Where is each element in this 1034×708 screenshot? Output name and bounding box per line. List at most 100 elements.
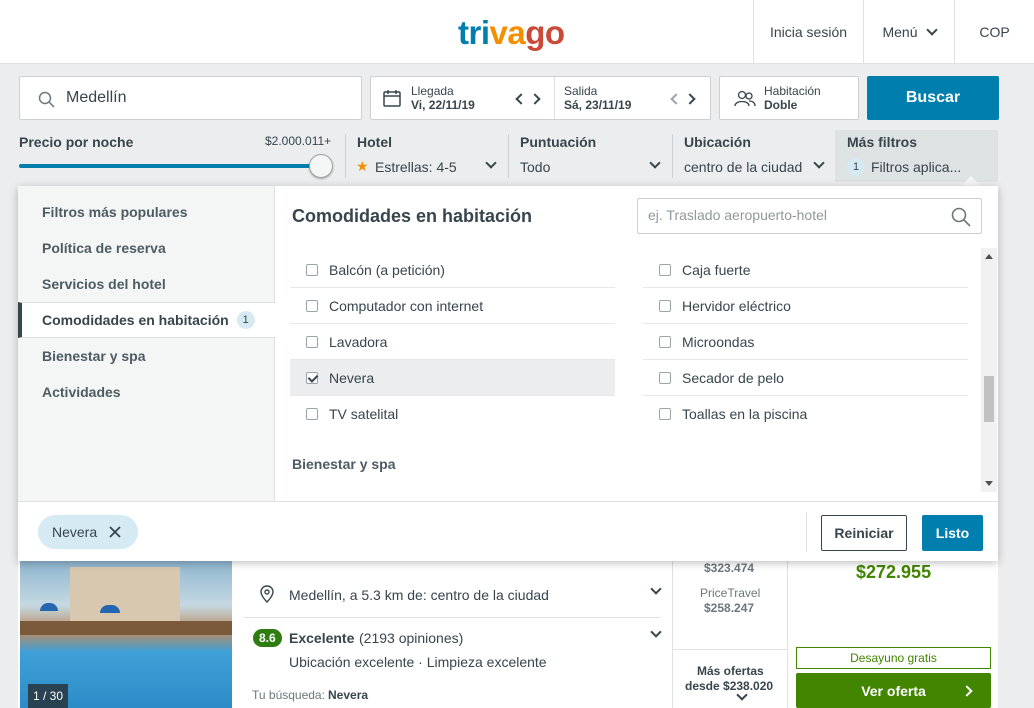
- category-hotel-services[interactable]: Servicios del hotel: [18, 266, 275, 302]
- close-icon[interactable]: [108, 525, 122, 539]
- hotel-filter-label: Hotel: [357, 134, 392, 150]
- hotel-photo[interactable]: 1 / 30: [20, 561, 232, 708]
- category-label: Política de reserva: [42, 240, 166, 256]
- more-offers-price[interactable]: desde $238.020: [685, 679, 773, 693]
- checkin-next-icon[interactable]: [529, 93, 541, 105]
- calendar-icon: [383, 90, 401, 107]
- chevron-down-icon[interactable]: [650, 626, 662, 638]
- reset-button[interactable]: Reiniciar: [821, 515, 907, 551]
- amenity-option[interactable]: Caja fuerte: [643, 252, 968, 288]
- checkbox[interactable]: [659, 263, 671, 276]
- price-slider-track[interactable]: [19, 164, 321, 168]
- checkout-next-icon[interactable]: [684, 93, 696, 105]
- category-label: Actividades: [42, 384, 121, 400]
- review-count[interactable]: (2193 opiniones): [359, 630, 463, 646]
- view-deal-button[interactable]: Ver oferta: [796, 673, 991, 708]
- card-divider: [787, 561, 788, 708]
- provider-price[interactable]: $258.247: [704, 601, 754, 615]
- checkout-field[interactable]: Salida Sá, 23/11/19: [564, 84, 631, 112]
- price-value: $2.000.011+: [265, 134, 332, 148]
- scroll-up-icon[interactable]: [985, 254, 993, 259]
- amenity-label: Secador de pelo: [682, 369, 784, 386]
- checkin-prev-icon[interactable]: [515, 93, 527, 105]
- logo-part-1: tri: [458, 14, 490, 51]
- chip-label: Nevera: [52, 524, 98, 540]
- filter-divider: [508, 134, 509, 178]
- amenity-option[interactable]: Hervidor eléctrico: [643, 288, 968, 324]
- amenity-option[interactable]: Toallas en la piscina: [643, 396, 968, 432]
- destination-value: Medellín: [66, 89, 127, 106]
- checkbox[interactable]: [659, 371, 671, 384]
- date-picker[interactable]: Llegada Vi, 22/11/19 Salida Sá, 23/11/19: [370, 76, 711, 120]
- location-filter-label: Ubicación: [684, 134, 751, 150]
- building-shape: [70, 567, 180, 629]
- amenity-option[interactable]: Balcón (a petición): [290, 252, 615, 288]
- search-icon: [38, 91, 55, 108]
- amenity-option[interactable]: Computador con internet: [290, 288, 615, 324]
- best-price[interactable]: $272.955: [856, 562, 931, 583]
- more-filters-count: 1: [847, 158, 865, 176]
- photo-counter: 1 / 30: [28, 684, 68, 708]
- category-popular[interactable]: Filtros más populares: [18, 194, 275, 230]
- category-label: Bienestar y spa: [42, 348, 146, 364]
- amenity-search[interactable]: [637, 198, 982, 234]
- amenity-label: Lavadora: [329, 333, 388, 350]
- search-button[interactable]: Buscar: [867, 76, 999, 120]
- login-link[interactable]: Inicia sesión: [753, 0, 863, 63]
- category-booking-policy[interactable]: Política de reserva: [18, 230, 275, 266]
- rating-label[interactable]: Excelente: [289, 630, 354, 646]
- hotel-location[interactable]: Medellín, a 5.3 km de: centro de la ciud…: [289, 587, 549, 603]
- checkbox[interactable]: [306, 299, 318, 312]
- amenity-label: Microondas: [682, 333, 755, 350]
- checkbox[interactable]: [306, 408, 318, 420]
- trivago-logo[interactable]: trivago: [458, 14, 565, 52]
- amenity-option[interactable]: Nevera: [290, 360, 615, 396]
- currency-selector[interactable]: COP: [954, 0, 1034, 63]
- search-icon[interactable]: [951, 207, 971, 227]
- footer-divider: [806, 512, 807, 552]
- group-heading: Bienestar y spa: [292, 456, 396, 472]
- checkout-prev-icon[interactable]: [670, 93, 682, 105]
- done-button[interactable]: Listo: [922, 515, 983, 551]
- more-filters-panel: Filtros más populares Política de reserv…: [18, 186, 998, 561]
- amenity-option[interactable]: Lavadora: [290, 324, 615, 360]
- destination-input[interactable]: Medellín: [19, 76, 362, 120]
- checkbox[interactable]: [659, 335, 671, 348]
- amenity-option[interactable]: TV satelital: [290, 396, 615, 432]
- alt-price[interactable]: $323.474: [704, 561, 754, 575]
- more-filters-tab[interactable]: Más filtros 1 Filtros aplica...: [835, 130, 998, 182]
- umbrella-shape: [40, 603, 58, 611]
- checkin-field[interactable]: Llegada Vi, 22/11/19: [411, 84, 475, 112]
- checkbox[interactable]: [306, 263, 318, 276]
- active-filter-chip[interactable]: Nevera: [38, 515, 138, 549]
- options-scrollbar[interactable]: [981, 248, 997, 492]
- amenity-label: Balcón (a petición): [329, 261, 445, 278]
- chevron-down-icon[interactable]: [650, 583, 662, 595]
- provider-name[interactable]: PriceTravel: [700, 586, 760, 600]
- category-wellness-spa[interactable]: Bienestar y spa: [18, 338, 275, 374]
- panel-footer: Nevera Reiniciar Listo: [18, 501, 998, 561]
- price-slider-handle[interactable]: [309, 154, 333, 178]
- amenity-search-input[interactable]: [648, 207, 938, 223]
- amenity-option[interactable]: Microondas: [643, 324, 968, 360]
- rating-badge: 8.6: [253, 629, 282, 647]
- room-selector[interactable]: Habitación Doble: [719, 76, 859, 120]
- category-room-amenities[interactable]: Comodidades en habitación 1: [18, 302, 276, 338]
- checkbox[interactable]: [306, 335, 318, 348]
- more-offers-label[interactable]: Más ofertas: [697, 664, 764, 678]
- category-activities[interactable]: Actividades: [18, 374, 275, 410]
- hotel-filter-value: Estrellas: 4-5: [375, 159, 457, 175]
- amenity-option[interactable]: Secador de pelo: [643, 360, 968, 396]
- checkbox-checked[interactable]: [306, 371, 318, 384]
- guests-icon: [734, 90, 756, 107]
- checkout-label: Salida: [564, 84, 598, 98]
- checkbox[interactable]: [659, 408, 671, 420]
- scroll-thumb[interactable]: [984, 376, 994, 422]
- scroll-down-icon[interactable]: [985, 481, 993, 486]
- price-slider-fill: [19, 164, 321, 168]
- checkout-value: Sá, 23/11/19: [564, 98, 632, 112]
- logo-part-2: va: [489, 14, 526, 51]
- more-filters-value: Filtros aplica...: [871, 159, 962, 175]
- checkbox[interactable]: [659, 299, 671, 312]
- menu-button[interactable]: Menú: [863, 0, 954, 63]
